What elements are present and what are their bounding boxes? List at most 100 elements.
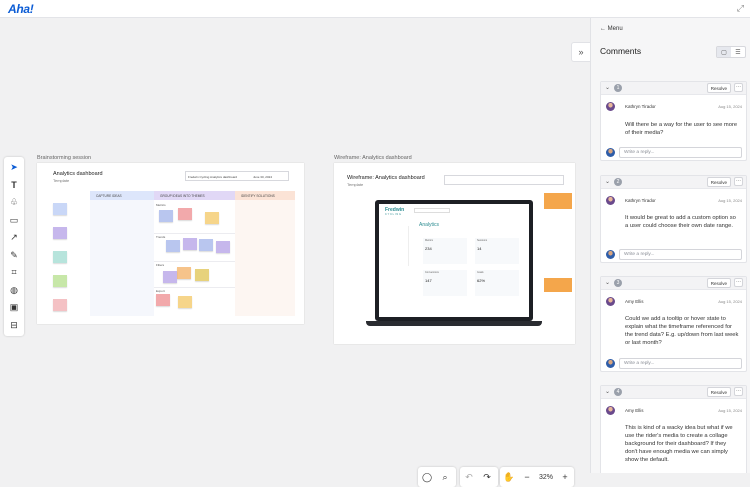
column-identify-solutions: IDENTIFY SOLUTIONS (235, 191, 295, 200)
frame-tool-icon[interactable]: ⌗ (4, 264, 24, 282)
thread-header: ⌄ 3 Resolve ⋯ (601, 277, 746, 290)
comment-author: Kathryn Tirador (625, 198, 656, 203)
current-user-avatar (606, 359, 615, 368)
comment-date: Aug 15, 2024 (718, 299, 742, 304)
chevron-down-icon[interactable]: ⌄ (605, 84, 610, 91)
thread-number: 1 (614, 84, 622, 92)
top-bar: Aha! ⤢ (0, 0, 750, 18)
wireframe-board[interactable]: Wireframe: Analytics dashboard Template … (334, 163, 575, 344)
undo-redo-bar: ↶ ↷ (460, 467, 498, 487)
aha-logo[interactable]: Aha! (8, 2, 34, 16)
row-label-trends: Trends (156, 235, 166, 239)
reply-input[interactable]: Write a reply... (619, 358, 742, 369)
wireframe-subtitle: Template (347, 182, 364, 187)
text-tool-icon[interactable]: T (4, 177, 24, 195)
more-options-icon[interactable]: ⋯ (734, 387, 743, 396)
wireframe-title: Wireframe: Analytics dashboard (347, 175, 425, 181)
sticky-note-tool-icon[interactable]: ▭ (4, 212, 24, 230)
comment-view-icon[interactable]: ▢ (717, 47, 731, 57)
brainstorm-board-label: Brainstorming session (37, 155, 92, 161)
comment-text: This is kind of a wacky idea but what if… (625, 425, 733, 463)
chevron-down-icon[interactable]: ⌄ (605, 178, 610, 185)
comment-author: Amy Ellis (625, 408, 644, 413)
chevron-down-icon[interactable]: ⌄ (605, 388, 610, 395)
thread-header: ⌄ 4 Resolve ⋯ (601, 386, 746, 399)
row-label-metrics: Metrics (156, 203, 166, 207)
wireframe-stat-label-1: Sessions (477, 239, 488, 242)
reply-input[interactable]: Write a reply... (619, 147, 742, 158)
avatar (606, 406, 615, 415)
select-tool-icon[interactable]: ➤ (4, 159, 24, 177)
comments-panel: ← Menu Comments ▢ ☰ ⌄ 1 Resolve ⋯ Kathry… (590, 18, 750, 473)
pen-tool-icon[interactable]: ✎ (4, 247, 24, 265)
wireframe-stat-value-3: 62% (477, 278, 486, 283)
view-toggle: ▢ ☰ (716, 46, 746, 58)
expand-icon[interactable]: ⤢ (737, 3, 744, 14)
comment-text: Will there be a way for the user to see … (625, 122, 738, 136)
collapse-panel-icon[interactable]: » (571, 42, 590, 62)
comment-thread: ⌄ 1 Resolve ⋯ Kathryn Tirador Aug 15, 20… (600, 81, 747, 161)
solutions-column-body (235, 200, 295, 316)
menu-back-link[interactable]: ← Menu (600, 26, 623, 32)
resolve-button[interactable]: Resolve (706, 278, 731, 288)
current-user-avatar (606, 250, 615, 259)
template-tool-icon[interactable]: ⊟ (4, 317, 24, 335)
undo-icon[interactable]: ↶ (460, 467, 478, 487)
zoom-level[interactable]: 32% (536, 474, 556, 481)
thread-number: 2 (614, 178, 622, 186)
comment-text: Could we add a tooltip or hover state to… (625, 316, 739, 346)
wireframe-search (414, 208, 450, 213)
reply-input[interactable]: Write a reply... (619, 249, 742, 260)
header-field-text: Fredwin Cycling Analytics dashboard (188, 175, 238, 179)
list-view-icon[interactable]: ☰ (731, 47, 745, 57)
laptop-base (366, 321, 542, 326)
drawing-toolbar: ➤ T ♧ ▭ ↗ ✎ ⌗ ◍ ▣ ⊟ (4, 157, 24, 336)
resolve-button[interactable]: Resolve (706, 83, 731, 93)
comment-thread: ⌄ 3 Resolve ⋯ Amy Ellis Aug 15, 2024 Cou… (600, 276, 747, 372)
zoom-in-icon[interactable]: + (556, 467, 574, 487)
capture-column-body (90, 200, 154, 316)
thread-number: 3 (614, 279, 622, 287)
header-field: Fredwin Cycling Analytics dashboard June… (185, 171, 289, 181)
brainstorm-board[interactable]: Analytics dashboard Template Fredwin Cyc… (37, 163, 304, 324)
thread-number: 4 (614, 388, 622, 396)
resolve-button[interactable]: Resolve (706, 177, 731, 187)
row-label-export: Export (156, 289, 165, 293)
shapes-tool-icon[interactable]: ♧ (4, 194, 24, 212)
search-icon[interactable]: ⌕ (436, 467, 454, 487)
brainstorm-subtitle: Template (53, 178, 70, 183)
wireframe-stat-2: Conversions 147 (423, 270, 467, 296)
brainstorm-title: Analytics dashboard (53, 171, 103, 177)
wireframe-stat-value-1: 14 (477, 246, 482, 251)
more-options-icon[interactable]: ⋯ (734, 83, 743, 92)
avatar (606, 196, 615, 205)
wireframe-stat-label-0: Metrics (425, 239, 434, 242)
comment-thread: ⌄ 2 Resolve ⋯ Kathryn Tirador Aug 15, 20… (600, 175, 747, 263)
comment-icon[interactable]: ◯ (418, 467, 436, 487)
current-user-avatar (606, 148, 615, 157)
redo-icon[interactable]: ↷ (478, 467, 496, 487)
wireframe-stat-0: Metrics 234 (423, 238, 467, 264)
column-group-ideas: GROUP IDEAS INTO THEMES (154, 191, 235, 200)
zoom-out-icon[interactable]: − (518, 467, 536, 487)
image-tool-icon[interactable]: ▣ (4, 299, 24, 317)
palette-tool-icon[interactable]: ◍ (4, 282, 24, 300)
hand-tool-icon[interactable]: ✋ (500, 467, 518, 487)
laptop-mockup: Fredwin CYCLING Analytics Metrics 234 Se… (375, 200, 533, 321)
whiteboard-canvas[interactable]: ➤ T ♧ ▭ ↗ ✎ ⌗ ◍ ▣ ⊟ Brainstorming sessio… (0, 18, 590, 487)
connector-tool-icon[interactable]: ↗ (4, 229, 24, 247)
comment-date: Aug 15, 2024 (718, 104, 742, 109)
wireframe-field (444, 175, 564, 185)
more-options-icon[interactable]: ⋯ (734, 177, 743, 186)
thread-header: ⌄ 2 Resolve ⋯ (601, 176, 746, 189)
wireframe-brand-sub: CYCLING (385, 213, 402, 216)
chevron-down-icon[interactable]: ⌄ (605, 279, 610, 286)
comment-author: Kathryn Tirador (625, 104, 656, 109)
wireframe-stat-3: Goals 62% (475, 270, 519, 296)
panel-title: Comments (600, 46, 642, 56)
comment-date: Aug 15, 2024 (718, 408, 742, 413)
row-label-filters: Filters (156, 263, 165, 267)
wireframe-sidebar (383, 226, 409, 266)
more-options-icon[interactable]: ⋯ (734, 278, 743, 287)
resolve-button[interactable]: Resolve (706, 387, 731, 397)
